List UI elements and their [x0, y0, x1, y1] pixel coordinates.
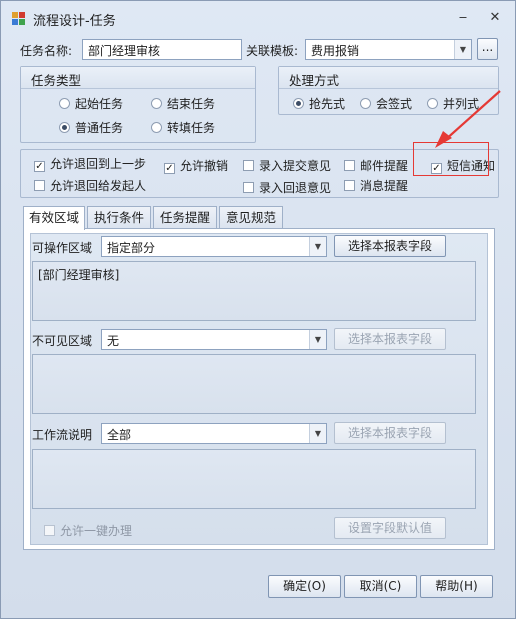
checkbox-box [344, 180, 355, 191]
checkbox-box [34, 180, 45, 191]
checkbox-label: 允许退回到上一步 [50, 157, 147, 171]
checkbox-box [243, 182, 254, 193]
radio-dot-selected [293, 98, 304, 109]
checkbox-box [44, 525, 55, 536]
workflow-desc-text[interactable] [32, 449, 476, 509]
title-bar: 流程设计-任务 ‒ ✕ [1, 1, 515, 35]
process-mode-title: 处理方式 [279, 67, 498, 89]
window-title: 流程设计-任务 [33, 14, 116, 29]
invisible-area-value: 无 [107, 334, 120, 348]
checkbox-label: 允许退回给发起人 [50, 179, 147, 193]
invisible-area-text[interactable] [32, 354, 476, 414]
radio-start-task[interactable]: 起始任务 [59, 95, 123, 112]
workflow-desc-label: 工作流说明 [32, 428, 93, 442]
checkbox-allow-return-previous[interactable]: ✓ 允许退回到上一步 [34, 155, 146, 172]
checkbox-box [344, 160, 355, 171]
task-name-input[interactable]: 部门经理审核 [82, 39, 242, 60]
radio-label: 普通任务 [75, 121, 124, 135]
task-type-group: 任务类型 起始任务 结束任务 普通任务 转填任务 [20, 66, 256, 143]
check-icon: ✓ [34, 161, 45, 172]
checkbox-label: 录入提交意见 [259, 159, 332, 173]
help-button[interactable]: 帮助(H) [420, 575, 493, 598]
checkbox-label: 允许一键办理 [60, 524, 133, 538]
checkbox-allow-revoke[interactable]: ✓ 允许撤销 [164, 157, 228, 174]
invisible-select-field-button[interactable]: 选择本报表字段 [334, 328, 446, 350]
tab-panel: 可操作区域 指定部分 ▼ 选择本报表字段 [部门经理审核] 不可见区域 无 ▼ … [23, 228, 495, 550]
invisible-area-label: 不可见区域 [32, 334, 93, 348]
chevron-down-icon[interactable]: ▼ [309, 237, 326, 256]
minimize-button[interactable]: ‒ [453, 9, 473, 27]
operable-area-select[interactable]: 指定部分 ▼ [101, 236, 327, 257]
template-value: 费用报销 [311, 44, 360, 58]
set-default-value-button[interactable]: 设置字段默认值 [334, 517, 446, 539]
chevron-down-icon[interactable]: ▼ [309, 424, 326, 443]
check-icon: ✓ [164, 163, 175, 174]
workflow-desc-select[interactable]: 全部 ▼ [101, 423, 327, 444]
annotation-arrow-icon [435, 90, 501, 148]
checkbox-email-reminder[interactable]: 邮件提醒 [344, 157, 408, 174]
workflow-select-field-button[interactable]: 选择本报表字段 [334, 422, 446, 444]
close-button[interactable]: ✕ [485, 9, 505, 27]
workflow-desc-value: 全部 [107, 428, 132, 442]
operable-area-label: 可操作区域 [32, 241, 93, 255]
dialog-window: 流程设计-任务 ‒ ✕ 任务名称: 部门经理审核 关联模板: 费用报销 ▼ ..… [0, 0, 516, 619]
tab-task-reminder[interactable]: 任务提醒 [153, 206, 217, 228]
checkbox-message-reminder[interactable]: 消息提醒 [344, 177, 408, 194]
radio-label: 抢先式 [309, 97, 346, 111]
operable-area-value: 指定部分 [107, 241, 156, 255]
checkbox-return-to-initiator[interactable]: 允许退回给发起人 [34, 177, 146, 194]
template-label: 关联模板: [246, 44, 299, 58]
checkbox-box [243, 160, 254, 171]
radio-transfer-task[interactable]: 转填任务 [151, 119, 215, 136]
radio-preemptive[interactable]: 抢先式 [293, 95, 345, 112]
template-select[interactable]: 费用报销 ▼ [305, 39, 472, 60]
operable-area-text[interactable]: [部门经理审核] [32, 261, 476, 321]
radio-label: 起始任务 [75, 97, 124, 111]
template-browse-button[interactable]: ... [477, 38, 498, 60]
operable-select-field-button[interactable]: 选择本报表字段 [334, 235, 446, 257]
checkbox-label: 消息提醒 [360, 179, 409, 193]
ok-button[interactable]: 确定(O) [268, 575, 341, 598]
invisible-area-select[interactable]: 无 ▼ [101, 329, 327, 350]
radio-dot [360, 98, 371, 109]
cancel-button[interactable]: 取消(C) [344, 575, 417, 598]
task-name-label: 任务名称: [20, 44, 73, 58]
tab-exec-condition[interactable]: 执行条件 [87, 206, 151, 228]
radio-label: 会签式 [376, 97, 413, 111]
chevron-down-icon[interactable]: ▼ [454, 40, 471, 59]
radio-dot-selected [59, 122, 70, 133]
tab-valid-area[interactable]: 有效区域 [23, 206, 85, 230]
tab-panel-body: 可操作区域 指定部分 ▼ 选择本报表字段 [部门经理审核] 不可见区域 无 ▼ … [30, 233, 488, 545]
app-icon [12, 12, 26, 26]
chevron-down-icon[interactable]: ▼ [309, 330, 326, 349]
radio-countersign[interactable]: 会签式 [360, 95, 412, 112]
dialog-content: 任务名称: 部门经理审核 关联模板: 费用报销 ▼ ... 任务类型 起始任务 … [10, 35, 506, 611]
radio-end-task[interactable]: 结束任务 [151, 95, 215, 112]
radio-normal-task[interactable]: 普通任务 [59, 119, 123, 136]
radio-dot [151, 122, 162, 133]
checkbox-label: 邮件提醒 [360, 159, 409, 173]
radio-label: 结束任务 [167, 97, 216, 111]
task-type-title: 任务类型 [21, 67, 255, 89]
checkbox-return-opinion[interactable]: 录入回退意见 [243, 179, 331, 196]
radio-dot [151, 98, 162, 109]
checkbox-submit-opinion[interactable]: 录入提交意见 [243, 157, 331, 174]
checkbox-label: 允许撤销 [180, 159, 229, 173]
tab-opinion-spec[interactable]: 意见规范 [219, 206, 283, 228]
radio-dot [59, 98, 70, 109]
radio-label: 转填任务 [167, 121, 216, 135]
checkbox-one-click-handle[interactable]: 允许一键办理 [44, 522, 132, 539]
checkbox-label: 录入回退意见 [259, 181, 332, 195]
